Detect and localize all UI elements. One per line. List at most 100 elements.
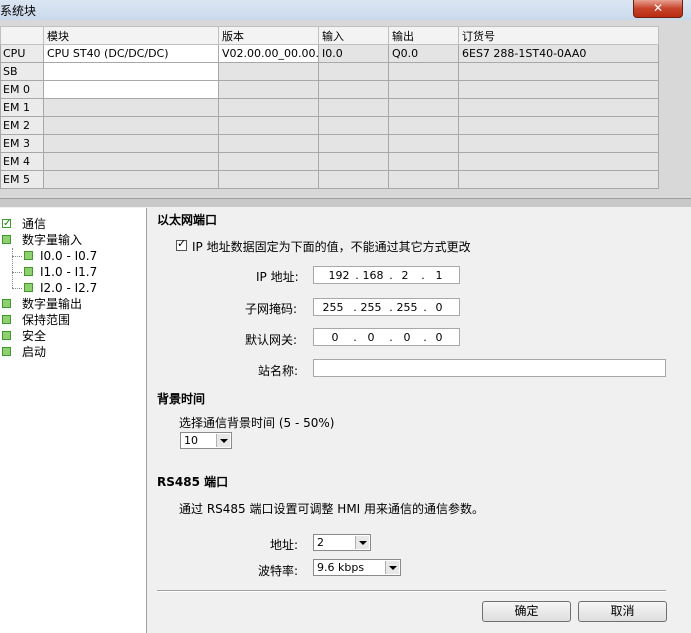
- column-header: 模块: [43, 26, 219, 45]
- subnet-input[interactable]: 255 . 255 . 255 . 0: [313, 298, 460, 316]
- tree-item-label: 通信: [22, 217, 47, 231]
- ip-octet: 192: [328, 269, 350, 282]
- ip-octet: 1: [435, 269, 443, 282]
- ip-octet: 168: [362, 269, 384, 282]
- tree-item-label: 数字量输入: [22, 233, 83, 247]
- subnet-octet: 0: [435, 301, 443, 314]
- table-row[interactable]: EM 5: [0, 170, 659, 189]
- output-cell: [388, 62, 459, 81]
- station-name-input[interactable]: [313, 359, 666, 377]
- module-cell[interactable]: [43, 134, 219, 153]
- module-grid-area: 模块 版本 输入 输出 订货号 CPU CPU ST40 (DC/DC/DC) …: [0, 20, 691, 206]
- order-cell: [458, 98, 659, 117]
- chevron-down-icon: [216, 434, 230, 447]
- table-row[interactable]: EM 1: [0, 98, 659, 117]
- column-header: 输出: [388, 26, 459, 45]
- gateway-input[interactable]: 0 . 0 . 0 . 0: [313, 328, 460, 346]
- tree-connector: [12, 256, 22, 257]
- order-cell: [458, 152, 659, 171]
- background-section-title: 背景时间: [157, 392, 206, 406]
- gateway-octet: 0: [331, 331, 339, 344]
- column-header: [0, 26, 44, 45]
- node-icon: [24, 283, 33, 292]
- table-header-row: 模块 版本 输入 输出 订货号: [0, 26, 659, 45]
- module-cell[interactable]: [43, 116, 219, 135]
- rs485-address-label: 地址:: [270, 538, 299, 552]
- output-cell: [388, 134, 459, 153]
- subnet-label: 子网掩码:: [245, 302, 298, 316]
- rs485-baud-value: 9.6 kbps: [317, 561, 365, 574]
- input-cell: [318, 116, 389, 135]
- version-cell: [218, 134, 319, 153]
- table-row[interactable]: EM 4: [0, 152, 659, 171]
- node-icon: [2, 347, 11, 356]
- slot-cell: EM 0: [0, 80, 44, 99]
- tree-item-label: 安全: [22, 329, 47, 343]
- order-cell: [458, 116, 659, 135]
- tree-connector: [12, 248, 13, 288]
- input-cell: [318, 134, 389, 153]
- fixed-ip-label: IP 地址数据固定为下面的值，不能通过其它方式更改: [192, 240, 471, 254]
- fixed-ip-checkbox[interactable]: [176, 237, 187, 251]
- slot-cell: EM 1: [0, 98, 44, 117]
- slot-cell: EM 4: [0, 152, 44, 171]
- version-cell: V02.00.00_00.00...: [218, 44, 319, 63]
- output-cell: [388, 80, 459, 99]
- tree-connector: [12, 288, 22, 289]
- slot-cell: CPU: [0, 44, 44, 63]
- tree-connector: [12, 272, 22, 273]
- background-time-value: 10: [184, 434, 198, 447]
- window-title: 系统块: [0, 4, 37, 18]
- node-icon: [2, 315, 11, 324]
- version-cell: [218, 80, 319, 99]
- ip-address-label: IP 地址:: [256, 270, 299, 284]
- version-cell: [218, 116, 319, 135]
- slot-cell: SB: [0, 62, 44, 81]
- input-cell: [318, 62, 389, 81]
- rs485-baud-label: 波特率:: [258, 564, 299, 578]
- module-cell[interactable]: [43, 98, 219, 117]
- table-row[interactable]: CPU CPU ST40 (DC/DC/DC) V02.00.00_00.00.…: [0, 44, 659, 63]
- splitter-bar[interactable]: [0, 198, 691, 207]
- table-row[interactable]: SB: [0, 62, 659, 81]
- subnet-octet: 255: [396, 301, 418, 314]
- module-cell[interactable]: CPU ST40 (DC/DC/DC): [43, 44, 219, 63]
- ok-button[interactable]: 确定: [482, 601, 571, 622]
- rs485-address-select[interactable]: 2: [313, 534, 371, 551]
- module-cell[interactable]: [43, 80, 219, 99]
- output-cell: [388, 116, 459, 135]
- input-cell: [318, 152, 389, 171]
- order-cell: [458, 134, 659, 153]
- module-cell[interactable]: [43, 62, 219, 81]
- ip-address-input[interactable]: 192 . 168 . 2 . 1: [313, 266, 460, 284]
- close-button[interactable]: ✕: [633, 0, 683, 18]
- table-row[interactable]: EM 3: [0, 134, 659, 153]
- slot-cell: EM 3: [0, 134, 44, 153]
- input-cell: [318, 170, 389, 189]
- check-icon: [2, 216, 11, 232]
- column-header: 订货号: [458, 26, 659, 45]
- version-cell: [218, 62, 319, 81]
- module-table: 模块 版本 输入 输出 订货号 CPU CPU ST40 (DC/DC/DC) …: [0, 26, 659, 189]
- version-cell: [218, 98, 319, 117]
- input-cell: [318, 80, 389, 99]
- rs485-baud-select[interactable]: 9.6 kbps: [313, 559, 401, 576]
- order-cell: [458, 170, 659, 189]
- output-cell: Q0.0: [388, 44, 459, 63]
- ip-octet: 2: [401, 269, 409, 282]
- background-time-select[interactable]: 10: [180, 432, 232, 449]
- input-cell: I0.0: [318, 44, 389, 63]
- output-cell: [388, 152, 459, 171]
- module-cell[interactable]: [43, 152, 219, 171]
- tree-item-label: I0.0 - I0.7: [40, 249, 98, 263]
- module-cell[interactable]: [43, 170, 219, 189]
- tree-item-label: 数字量输出: [22, 297, 83, 311]
- table-row[interactable]: EM 2: [0, 116, 659, 135]
- close-icon: ✕: [652, 1, 664, 15]
- config-tree: 通信 数字量输入 I0.0 - I0.7 I1.0 - I1.7 I2.0 - …: [0, 208, 147, 633]
- cancel-button[interactable]: 取消: [578, 601, 667, 622]
- gateway-octet: 0: [367, 331, 375, 344]
- station-name-label: 站名称:: [258, 364, 299, 378]
- table-row[interactable]: EM 0: [0, 80, 659, 99]
- node-icon: [24, 267, 33, 276]
